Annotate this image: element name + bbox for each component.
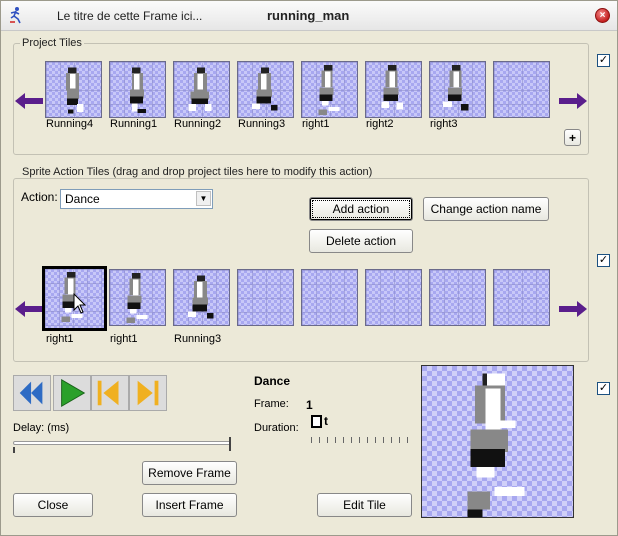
delay-slider[interactable] [13, 441, 231, 445]
remove-frame-button[interactable]: Remove Frame [142, 461, 237, 485]
delete-action-button[interactable]: Delete action [309, 229, 413, 253]
project-tile[interactable] [365, 61, 422, 118]
sprite-run3 [187, 275, 214, 319]
duration-suffix: t [324, 414, 328, 428]
duration-label: Duration: [254, 422, 299, 434]
sprite-run1 [129, 67, 146, 114]
project-tile[interactable] [45, 61, 102, 118]
project-tile-label: right3 [430, 118, 458, 130]
action-tile[interactable] [173, 269, 230, 326]
action-scroll-right-arrow-icon[interactable] [559, 299, 587, 319]
frame-label: Frame: [254, 398, 289, 410]
action-select[interactable]: Dance ▼ [60, 189, 213, 209]
duration-slider-thumb[interactable] [311, 415, 322, 428]
sprite-run2 [188, 67, 212, 111]
action-tile-label: Running3 [174, 333, 222, 345]
sprite-right1 [126, 272, 148, 323]
close-button[interactable]: Close [13, 493, 93, 517]
add-action-button[interactable]: Add action [309, 197, 413, 221]
sprite-action-label: Sprite Action Tiles (drag and drop proje… [20, 166, 375, 178]
close-window-icon[interactable]: × [595, 8, 610, 23]
first-frame-button[interactable] [91, 375, 129, 411]
action-tile[interactable] [365, 269, 422, 326]
edit-tile-button[interactable]: Edit Tile [317, 493, 412, 517]
delay-slider-start-tick [13, 447, 15, 453]
delay-slider-end-tick [229, 437, 231, 451]
last-frame-button[interactable] [129, 375, 167, 411]
mouse-cursor-icon [73, 293, 87, 314]
window-title: running_man [267, 8, 350, 23]
project-tile[interactable] [301, 61, 358, 118]
change-action-name-button[interactable]: Change action name [423, 197, 549, 221]
sprite-run3 [251, 67, 278, 111]
project-tile[interactable] [173, 61, 230, 118]
last-frame-icon [137, 380, 159, 406]
delay-label: Delay: (ms) [13, 422, 70, 434]
action-tile[interactable] [301, 269, 358, 326]
insert-frame-button[interactable]: Insert Frame [142, 493, 237, 517]
project-tile-label: right1 [302, 118, 330, 130]
title-bar: Le titre de cette Frame ici... running_m… [1, 1, 617, 31]
project-tile-label: Running3 [238, 118, 286, 130]
sprite-right2 [381, 64, 403, 110]
rewind-icon [19, 381, 43, 405]
project-tile[interactable] [109, 61, 166, 118]
running-man-preview-sprite [467, 373, 525, 517]
project-tile[interactable] [493, 61, 550, 118]
action-tile-label: right1 [46, 333, 74, 345]
scroll-right-arrow-icon[interactable] [559, 91, 587, 111]
play-button[interactable] [53, 375, 91, 411]
sprite-editor-window: Le titre de cette Frame ici... running_m… [0, 0, 618, 536]
action-tile[interactable] [109, 269, 166, 326]
action-select-value: Dance [65, 192, 100, 206]
play-icon [61, 378, 86, 408]
action-tile-label: right1 [110, 333, 138, 345]
project-tile-label: right2 [366, 118, 394, 130]
preview-checkbox[interactable]: ✓ [597, 382, 610, 395]
frame-title: Le titre de cette Frame ici... [57, 9, 203, 23]
project-tile-label: Running1 [110, 118, 158, 130]
frame-preview [421, 365, 574, 518]
action-tile[interactable] [429, 269, 486, 326]
sprite-right3 [443, 64, 469, 111]
action-tile[interactable] [237, 269, 294, 326]
current-action-name: Dance [254, 374, 291, 388]
project-tile[interactable] [429, 61, 486, 118]
sprite-right1 [318, 64, 340, 115]
project-tiles-label: Project Tiles [20, 37, 84, 49]
rewind-button[interactable] [13, 375, 51, 411]
frame-value: 1 [306, 398, 313, 412]
running-man-app-icon [10, 7, 21, 24]
action-label: Action: [21, 190, 58, 204]
duration-ticks [311, 437, 409, 443]
action-tile[interactable] [493, 269, 550, 326]
dropdown-arrow-icon[interactable]: ▼ [196, 191, 211, 206]
action-scroll-left-arrow-icon[interactable] [15, 299, 43, 319]
project-tile-label: Running4 [46, 118, 94, 130]
sprite-run4 [65, 67, 84, 114]
add-tile-button[interactable]: + [564, 129, 581, 146]
project-tile[interactable] [237, 61, 294, 118]
first-frame-icon [97, 380, 119, 406]
project-tiles-checkbox[interactable]: ✓ [597, 54, 610, 67]
scroll-left-arrow-icon[interactable] [15, 91, 43, 111]
action-tiles-checkbox[interactable]: ✓ [597, 254, 610, 267]
project-tile-label: Running2 [174, 118, 222, 130]
